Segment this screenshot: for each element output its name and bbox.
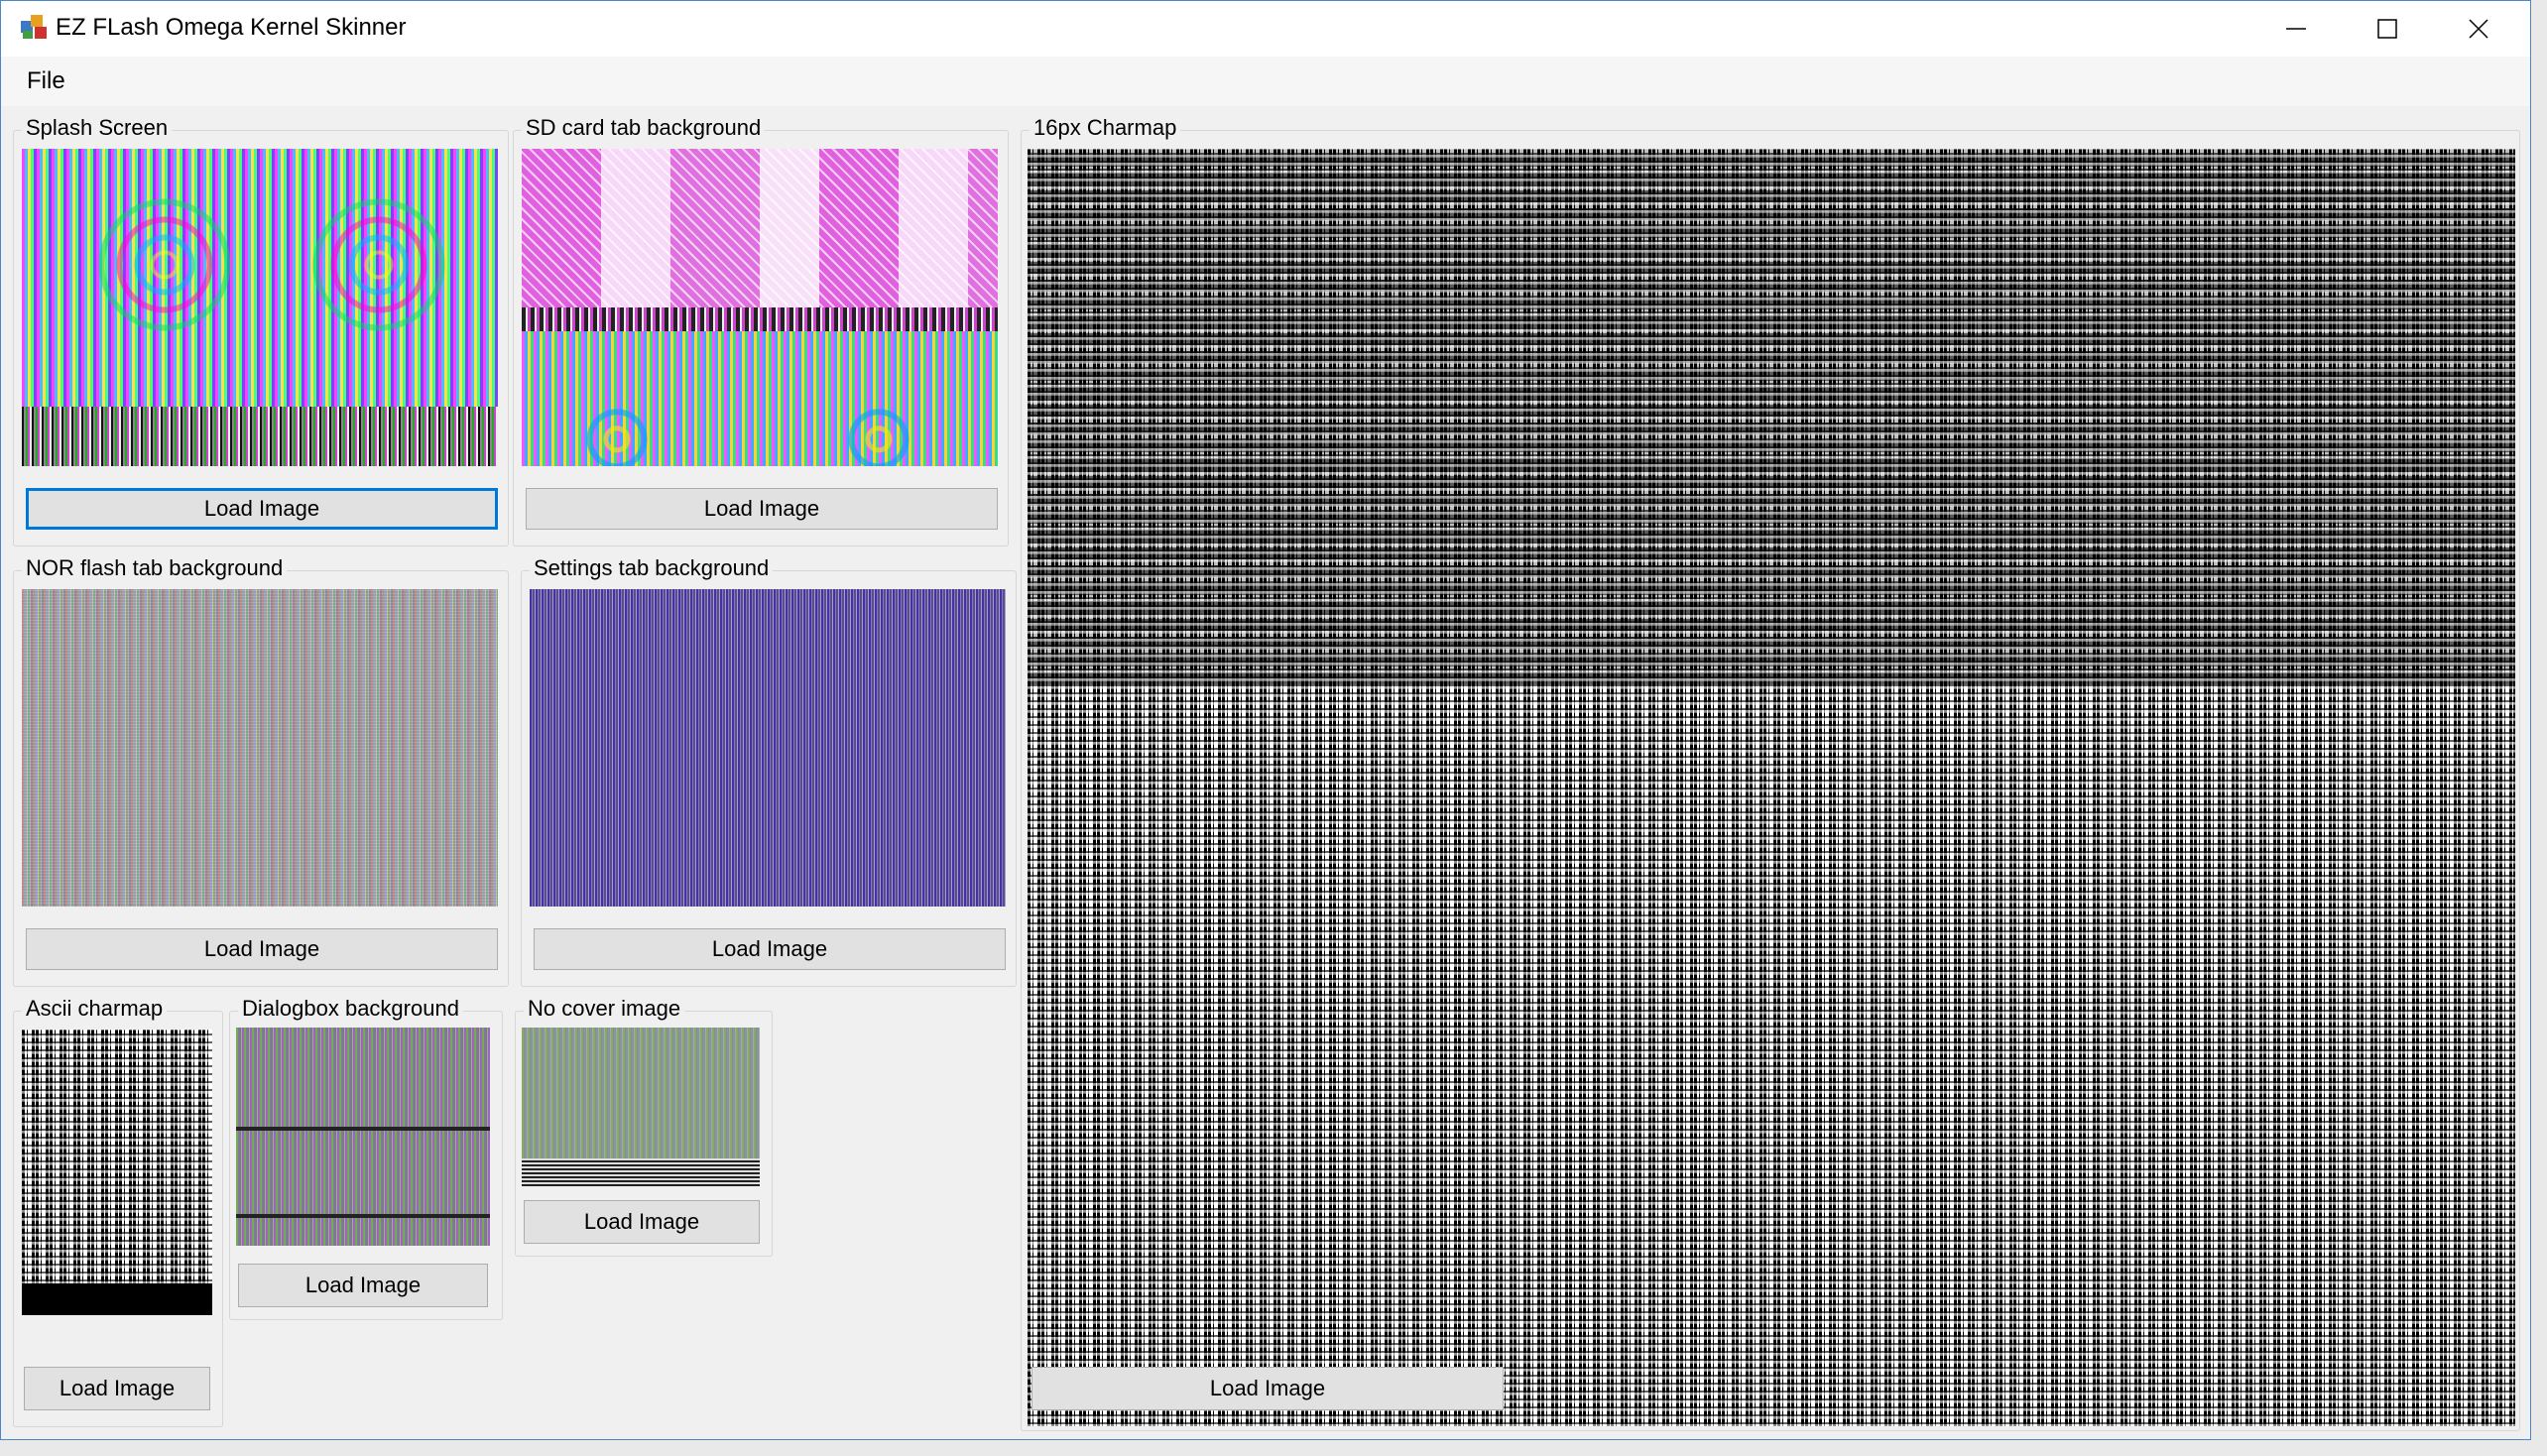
main-window: EZ FLash Omega Kernel Skinner File Splas… (0, 0, 2531, 1440)
menu-file[interactable]: File (27, 67, 65, 95)
charmap-16px-preview (1028, 149, 2515, 1426)
minimize-button[interactable] (2250, 1, 2342, 57)
group-legend: Settings tab background (530, 555, 774, 581)
app-icon (21, 15, 47, 39)
group-16px-charmap: 16px Charmap Load Image (1021, 115, 2520, 1431)
menu-bar: File (1, 57, 2530, 106)
minimize-icon (2286, 28, 2306, 30)
group-splash-screen: Splash Screen Load Image (13, 115, 509, 546)
group-legend: Dialogbox background (238, 996, 463, 1022)
nor-flash-load-image-button[interactable]: Load Image (26, 928, 498, 970)
group-ascii-charmap: Ascii charmap Load Image (13, 996, 223, 1427)
group-dialogbox-background: Dialogbox background Load Image (229, 996, 503, 1320)
nor-flash-preview (22, 589, 498, 907)
group-sd-card-background: SD card tab background Load Image (513, 115, 1009, 546)
group-nor-flash-background: NOR flash tab background Load Image (13, 555, 509, 987)
group-legend: NOR flash tab background (22, 555, 288, 581)
close-button[interactable] (2433, 1, 2524, 57)
sd-card-preview (522, 149, 998, 466)
settings-preview (530, 589, 1006, 907)
ascii-charmap-preview (22, 1030, 212, 1315)
group-legend: No cover image (524, 996, 685, 1022)
no-cover-load-image-button[interactable]: Load Image (524, 1200, 760, 1244)
group-no-cover-image: No cover image Load Image (515, 996, 773, 1257)
group-legend: Splash Screen (22, 115, 173, 141)
no-cover-preview (522, 1028, 760, 1186)
splash-screen-preview (22, 149, 498, 466)
group-legend: Ascii charmap (22, 996, 168, 1022)
dialogbox-load-image-button[interactable]: Load Image (238, 1264, 488, 1307)
maximize-button[interactable] (2342, 1, 2433, 57)
sd-card-load-image-button[interactable]: Load Image (526, 488, 998, 530)
title-bar: EZ FLash Omega Kernel Skinner (1, 1, 2530, 57)
splash-load-image-button[interactable]: Load Image (26, 488, 498, 530)
maximize-icon (2377, 19, 2397, 39)
group-legend: SD card tab background (522, 115, 766, 141)
settings-load-image-button[interactable]: Load Image (534, 928, 1006, 970)
close-icon (2469, 19, 2488, 39)
charmap-16px-load-image-button[interactable]: Load Image (1031, 1367, 1504, 1410)
window-title: EZ FLash Omega Kernel Skinner (56, 14, 407, 41)
group-legend: 16px Charmap (1030, 115, 1181, 141)
group-settings-background: Settings tab background Load Image (521, 555, 1017, 987)
ascii-load-image-button[interactable]: Load Image (24, 1367, 210, 1410)
dialogbox-preview (236, 1028, 490, 1246)
